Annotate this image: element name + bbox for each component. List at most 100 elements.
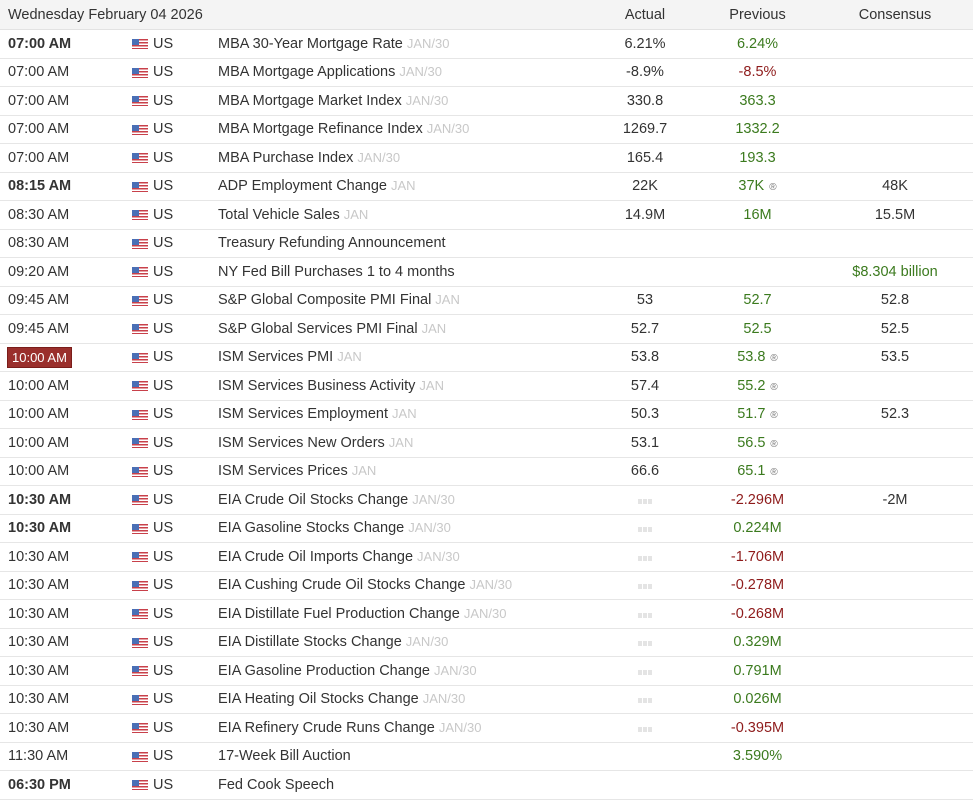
event-name-link[interactable]: S&P Global Composite PMI Final JAN [218, 292, 460, 308]
table-row[interactable]: 10:30 AM US EIA Heating Oil Stocks Change J… [0, 686, 973, 714]
table-row[interactable]: 10:00 AM US ISM Services Employment JAN 50.3… [0, 401, 973, 429]
event-name-link[interactable]: Fed Cook Speech [218, 777, 334, 793]
table-row[interactable]: 10:30 AM US EIA Refinery Crude Runs Change… [0, 714, 973, 743]
actual-text: 53 [636, 292, 654, 309]
table-row[interactable]: 09:45 AM US S&P Global Composite PMI Final… [0, 287, 973, 315]
event-name-link[interactable]: S&P Global Services PMI Final JAN [218, 321, 446, 337]
actual-text: 6.21% [624, 35, 666, 52]
revised-icon[interactable]: ® [770, 439, 777, 450]
event-name-link[interactable]: MBA Mortgage Market Index JAN/30 [218, 93, 448, 109]
country-code: US [153, 577, 174, 594]
table-row[interactable]: 08:30 AM US Total Vehicle Sales JAN 14.9M 16M… [0, 201, 973, 230]
table-row[interactable]: 07:00 AM US MBA Purchase Index JAN/30 165.4 1… [0, 144, 973, 173]
event-name-link[interactable]: EIA Crude Oil Imports Change JAN/30 [218, 549, 460, 565]
event-name-link[interactable]: Treasury Refunding Announcement [218, 235, 446, 251]
event-name-link[interactable]: EIA Heating Oil Stocks Change JAN/30 [218, 691, 465, 707]
event-name-link[interactable]: EIA Cushing Crude Oil Stocks Change JAN/3… [218, 577, 512, 593]
previous-text: 52.5 [743, 320, 772, 337]
table-row[interactable]: 11:30 AM US 17-Week Bill Auction 3.590% [0, 743, 973, 771]
event-time: 09:45 AM [8, 292, 70, 309]
event-time: 07:00 AM [8, 92, 70, 109]
previous-value: 0.791M [700, 663, 815, 679]
event-name-link[interactable]: ISM Services New Orders JAN [218, 435, 413, 451]
actual-value: 57.4 [600, 378, 690, 394]
previous-text: 65.1 [737, 463, 766, 480]
event-name-link[interactable]: EIA Crude Oil Stocks Change JAN/30 [218, 492, 455, 508]
event-name-link[interactable]: EIA Gasoline Production Change JAN/30 [218, 663, 477, 679]
table-row[interactable]: 10:30 AM US EIA Distillate Fuel Production… [0, 600, 973, 629]
us-flag-icon [132, 295, 148, 306]
event-name: ADP Employment Change [218, 178, 387, 195]
table-row[interactable]: 10:30 AM US EIA Crude Oil Stocks Change JAN… [0, 486, 973, 515]
actual-value [600, 720, 690, 736]
event-name-link[interactable]: ISM Services PMI JAN [218, 349, 362, 365]
table-row[interactable]: 07:00 AM US MBA 30-Year Mortgage Rate JAN/3… [0, 30, 973, 59]
revised-icon[interactable]: ® [770, 467, 777, 478]
us-flag-icon [132, 438, 148, 448]
table-row[interactable]: 10:00 AM US ISM Services Business Activity… [0, 372, 973, 401]
table-row[interactable]: 10:00 AM US ISM Services PMI JAN 53.8 53.8 ® 53… [0, 344, 973, 372]
table-row[interactable]: 08:15 AM US ADP Employment Change JAN 22K 37K… [0, 173, 973, 201]
previous-value: 1332.2 [700, 121, 815, 137]
table-row[interactable]: 07:00 AM US MBA Mortgage Market Index JAN/3… [0, 87, 973, 116]
event-name-link[interactable]: ISM Services Employment JAN [218, 406, 417, 422]
table-row[interactable]: 10:30 AM US EIA Cushing Crude Oil Stocks C… [0, 572, 973, 600]
table-row[interactable]: 07:00 AM US MBA Mortgage Refinance Index JA… [0, 116, 973, 144]
actual-value: 1269.7 [600, 121, 690, 137]
actual-value [600, 634, 690, 650]
table-row[interactable]: 10:00 AM US ISM Services New Orders JAN 53.1… [0, 429, 973, 458]
event-name-link[interactable]: EIA Distillate Stocks Change JAN/30 [218, 634, 448, 650]
country-code: US [153, 520, 174, 537]
country-code: US [153, 263, 174, 280]
event-period: JAN [419, 377, 444, 393]
table-row[interactable]: 10:30 AM US EIA Distillate Stocks Change JA… [0, 629, 973, 657]
event-name: S&P Global Services PMI Final [218, 320, 418, 337]
event-name-link[interactable]: ISM Services Prices JAN [218, 463, 376, 479]
table-row[interactable]: 09:45 AM US S&P Global Services PMI Final J… [0, 315, 973, 344]
event-name-link[interactable]: MBA Purchase Index JAN/30 [218, 150, 400, 166]
pending-indicator [638, 498, 652, 504]
event-name-link[interactable]: MBA Mortgage Applications JAN/30 [218, 64, 442, 80]
table-row[interactable]: 10:00 AM US ISM Services Prices JAN 66.6 65.1… [0, 458, 973, 486]
event-name-link[interactable]: MBA 30-Year Mortgage Rate JAN/30 [218, 36, 450, 52]
table-row[interactable]: 10:30 AM US EIA Gasoline Production Change… [0, 657, 973, 686]
table-row[interactable]: 08:30 AM US Treasury Refunding Announcemen… [0, 230, 973, 258]
consensus-value: $8.304 billion [852, 263, 938, 280]
country-code: US [153, 377, 174, 394]
event-name-link[interactable]: EIA Refinery Crude Runs Change JAN/30 [218, 720, 481, 736]
table-row[interactable]: 06:30 PM US Fed Cook Speech [0, 771, 973, 800]
table-row[interactable]: 10:30 AM US EIA Crude Oil Imports Change JA… [0, 543, 973, 572]
country-code: US [153, 662, 174, 679]
revised-icon[interactable]: ® [769, 182, 776, 193]
event-name-link[interactable]: ADP Employment Change JAN [218, 178, 416, 194]
pending-indicator [638, 555, 652, 561]
us-flag-icon [132, 124, 148, 135]
actual-value: 50.3 [600, 406, 690, 422]
actual-value: 53 [600, 292, 690, 308]
revised-icon[interactable]: ® [770, 353, 777, 364]
event-name-link[interactable]: MBA Mortgage Refinance Index JAN/30 [218, 121, 469, 137]
country-code: US [153, 292, 174, 309]
table-row[interactable]: 07:00 AM US MBA Mortgage Applications JAN/3… [0, 59, 973, 87]
revised-icon[interactable]: ® [770, 410, 777, 421]
event-name-link[interactable]: ISM Services Business Activity JAN [218, 378, 444, 394]
table-row[interactable]: 10:30 AM US EIA Gasoline Stocks Change JAN/… [0, 515, 973, 543]
event-name-link[interactable]: Total Vehicle Sales JAN [218, 207, 368, 223]
event-period: JAN/30 [417, 548, 460, 564]
event-name-link[interactable]: EIA Distillate Fuel Production Change JAN… [218, 606, 506, 622]
us-flag-icon [132, 723, 148, 733]
pending-indicator [638, 641, 652, 647]
event-name: EIA Crude Oil Stocks Change [218, 491, 409, 508]
event-name-link[interactable]: 17-Week Bill Auction [218, 748, 351, 764]
previous-value: 55.2 ® [700, 378, 815, 394]
us-flag-icon [132, 352, 148, 363]
actual-column-header: Actual [624, 6, 666, 23]
table-row[interactable]: 09:20 AM US NY Fed Bill Purchases 1 to 4 m… [0, 258, 973, 287]
event-name-link[interactable]: EIA Gasoline Stocks Change JAN/30 [218, 520, 451, 536]
event-name-link[interactable]: NY Fed Bill Purchases 1 to 4 months [218, 264, 455, 280]
revised-icon[interactable]: ® [770, 382, 777, 393]
consensus-column-header: Consensus [858, 6, 932, 23]
event-time: 06:30 PM [8, 776, 71, 793]
event-time: 10:30 AM [8, 634, 70, 651]
previous-value: 0.026M [700, 691, 815, 707]
